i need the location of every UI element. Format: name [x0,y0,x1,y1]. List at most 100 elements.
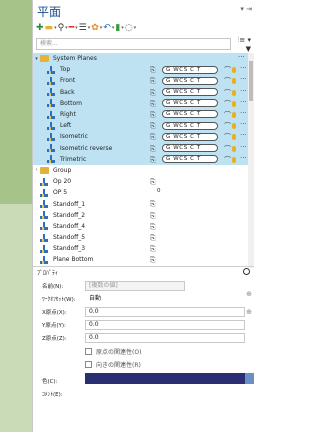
list-icon[interactable]: ☰ ▾ [79,22,91,34]
sheet-icon[interactable]: ⎘ [150,256,158,264]
more-options-icon[interactable]: ··· [240,109,247,117]
tree-row-plane[interactable]: Bottom ⎘ G WCS C T ⌒ ··· [33,97,254,109]
wcs-flags[interactable]: G WCS C T [162,76,218,85]
light-bulb-icon[interactable] [232,156,236,163]
wcs-flags[interactable]: G WCS C T [162,88,218,97]
more-options-icon[interactable]: ··· [240,154,247,162]
tree-group-system-planes[interactable]: ▾ System Planes ··· [33,53,254,65]
tree-row-plane[interactable]: Right ⎘ G WCS C T ⌒ ··· [33,108,254,121]
tree-row-plane[interactable]: Plane Bottom ⎘ [33,254,254,265]
color-swatch[interactable] [85,373,245,384]
wcs-flags[interactable]: G WCS C T [162,110,218,119]
expand-toggle-icon[interactable]: › [33,167,40,173]
sheet-icon[interactable]: ⎘ [150,122,158,130]
tree-group-group[interactable]: › Group [33,165,254,176]
sheet-icon[interactable]: ⎘ [150,245,158,253]
window-controls[interactable]: ▾ ⇥ [240,5,252,13]
workoffset-field[interactable]: 自動 [85,293,254,304]
tree-row-plane[interactable]: OP 5 0 [33,187,254,198]
sheet-icon[interactable]: ⎘ [150,133,158,141]
more-options-icon[interactable]: ··· [240,64,247,72]
sheet-icon[interactable]: ⎘ [150,156,158,164]
chevron-down-icon[interactable]: ▾ [65,22,68,34]
settings-icon[interactable]: ✿ ▾ [91,22,102,34]
light-bulb-icon[interactable] [232,123,236,130]
side-expand-icon[interactable]: ⊕ [246,290,252,298]
tree-row-plane[interactable]: Standoff_2 ⎘ [33,210,254,221]
tree-row-plane[interactable]: Back ⎘ G WCS C T ⌒ ··· [33,86,254,98]
tree-row-plane[interactable]: Left ⎘ G WCS C T ⌒ ··· [33,120,254,132]
search-input[interactable]: 検索... [36,38,231,50]
visibility-icon[interactable]: ⌒ [224,65,231,75]
tree-row-plane[interactable]: Isometric reverse ⎘ G WCS C T ⌒ ··· [33,142,254,154]
light-bulb-icon[interactable] [232,100,236,107]
visibility-icon[interactable]: ⌒ [224,88,231,98]
tree-row-plane[interactable]: Front ⎘ G WCS C T ⌒ ··· [33,75,254,87]
more-options-icon[interactable]: ··· [240,143,247,151]
name-field[interactable]: [複数の値] [85,280,185,291]
visibility-icon[interactable]: ⌒ [224,132,231,142]
wcs-flags[interactable]: G WCS C T [162,144,218,152]
visibility-icon[interactable]: ⌒ [224,110,231,120]
delete-icon[interactable]: ━ ▾ [69,22,78,34]
tree-row-plane[interactable]: Standoff_1 ⎘ [33,198,254,209]
light-bulb-icon[interactable] [232,67,236,74]
sheet-icon[interactable]: ⎘ [150,89,158,97]
chevron-down-icon[interactable]: ▾ [88,22,91,34]
more-options-icon[interactable]: ··· [240,120,247,128]
chevron-down-icon[interactable]: ▾ [134,22,137,34]
sheet-icon[interactable]: ⎘ [150,145,158,153]
visibility-icon[interactable]: ⌒ [224,144,231,154]
more-options-icon[interactable]: ··· [240,131,247,139]
chevron-down-icon[interactable]: ▾ [100,22,103,34]
orientation-associativity-checkbox[interactable] [85,361,92,368]
search-zoom-icon[interactable]: ⚲ ▾ [58,22,68,34]
light-bulb-icon[interactable] [232,134,236,141]
tree-scrollbar[interactable] [248,53,254,268]
properties-collapse-icon[interactable] [243,268,250,275]
sheet-icon[interactable]: ⎘ [150,212,158,220]
tree-row-plane[interactable]: Standoff_4 ⎘ [33,221,254,232]
expand-toggle-icon[interactable]: ▾ [33,56,40,62]
sheet-icon[interactable]: ⎘ [150,234,158,242]
light-bulb-icon[interactable] [232,111,236,118]
tree-row-plane[interactable]: Isometric ⎘ G WCS C T ⌒ ··· [33,131,254,143]
sheet-icon[interactable]: ⎘ [150,178,158,186]
tree-row-plane[interactable]: Standoff_5 ⎘ [33,232,254,243]
chevron-down-icon[interactable]: ▾ [54,22,57,34]
tree-row-plane[interactable]: Top ⎘ G WCS C T ⌒ ··· [33,64,254,76]
x-origin-field[interactable]: 0.0 [85,306,245,317]
chevron-down-icon[interactable]: ▾ [121,22,124,34]
color-icon[interactable]: ▮ ▾ [115,22,123,34]
visibility-icon[interactable]: ⌒ [224,76,231,86]
more-options-icon[interactable]: ··· [240,87,247,95]
origin-associativity-checkbox[interactable] [85,348,92,355]
color-picker-button[interactable] [245,373,254,384]
sheet-icon[interactable]: ⎘ [150,100,158,108]
filter-tools[interactable]: ⫶≡ ▾ ▼ [231,36,251,53]
more-options-icon[interactable]: ··· [240,75,247,83]
origin-associativity-option[interactable]: 原点の関連性(O) [85,347,141,357]
light-bulb-icon[interactable] [232,89,236,96]
chevron-down-icon[interactable]: ▾ [75,22,78,34]
sheet-icon[interactable]: ⎘ [150,200,158,208]
wcs-flags[interactable]: G WCS C T [162,155,218,164]
sheet-icon[interactable]: ⎘ [150,77,158,85]
wcs-flags[interactable]: G WCS C T [162,121,218,130]
sheet-icon[interactable]: ⎘ [150,66,158,74]
tree-row-plane[interactable]: Op 20 ⎘ [33,176,254,187]
wcs-flags[interactable]: G WCS C T [162,65,218,74]
visibility-icon[interactable]: ⌒ [224,155,231,165]
wcs-flags[interactable]: G WCS C T [162,132,218,141]
y-origin-field[interactable]: 0.0 [85,319,245,330]
undo-icon[interactable]: ↶ ▾ [103,22,114,34]
orientation-associativity-option[interactable]: 向きの関連性(R) [85,360,141,370]
visibility-icon[interactable]: ⌒ [224,121,231,131]
more-options-icon[interactable]: ··· [240,98,247,106]
sheet-icon[interactable]: ⎘ [150,223,158,231]
folder-add-icon[interactable]: ▬ ▾ [45,22,57,34]
sheet-icon[interactable]: ⎘ [150,111,158,119]
chevron-down-icon[interactable]: ▾ [112,22,115,34]
more-options-icon[interactable]: ··· [238,53,245,61]
add-plus-icon[interactable]: ✚ [36,22,44,34]
